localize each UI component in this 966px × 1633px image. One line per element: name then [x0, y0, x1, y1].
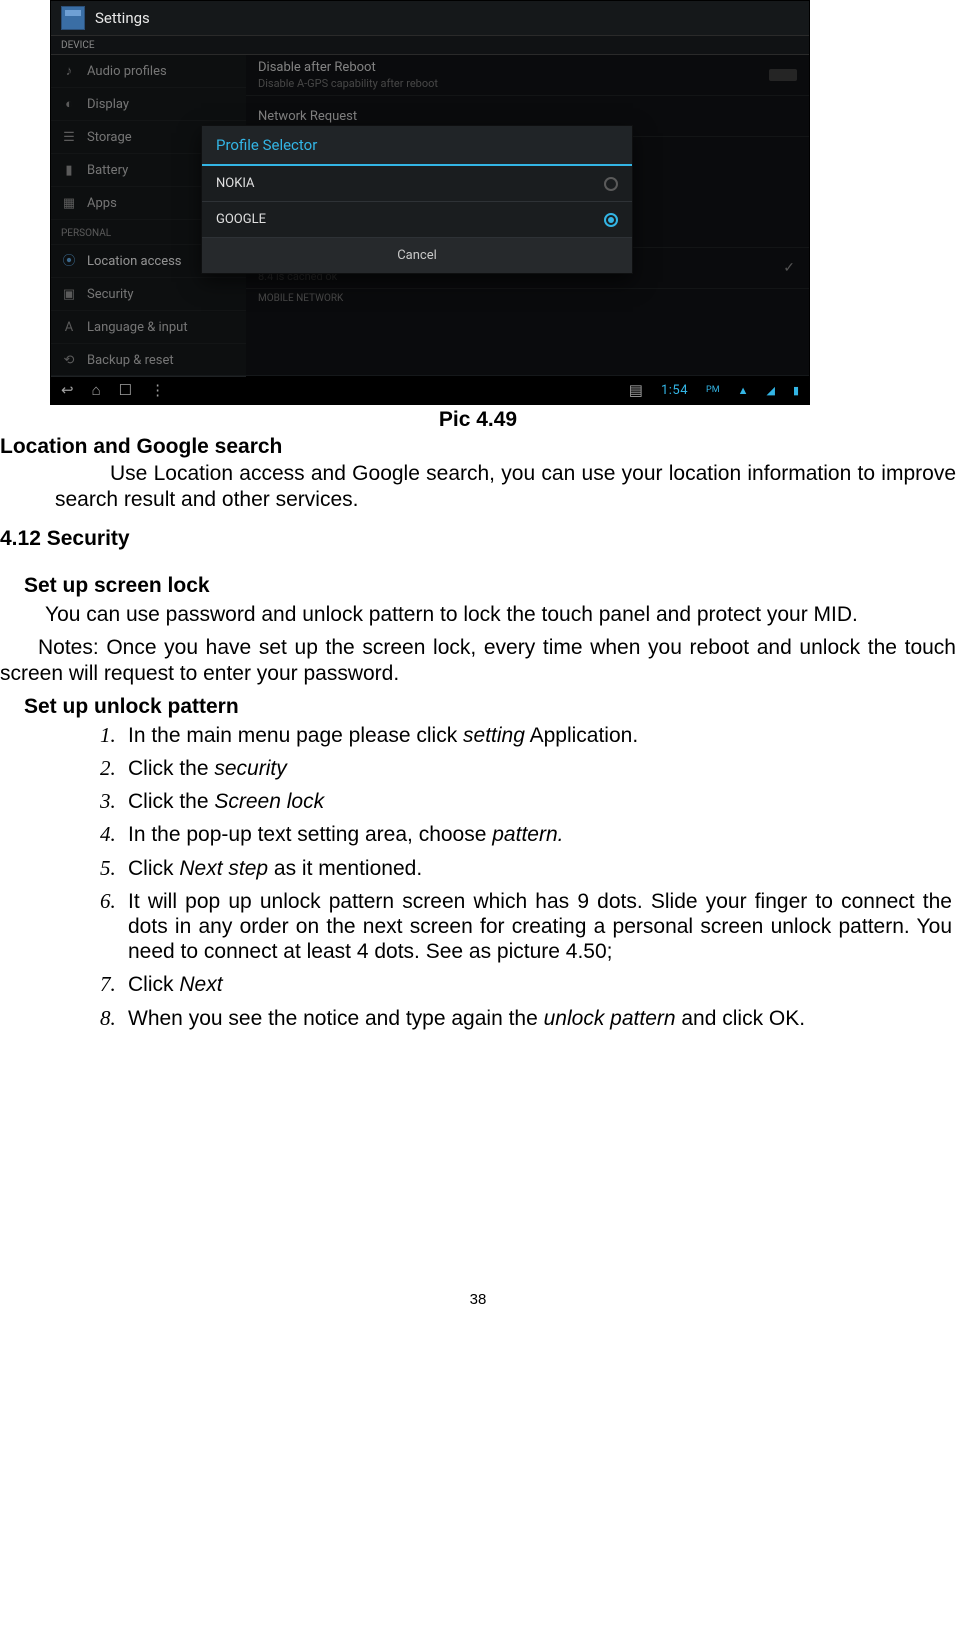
list-number: 3. — [100, 789, 116, 814]
list-number: 7. — [100, 972, 116, 997]
embedded-screenshot: Settings DEVICE ♪ Audio profiles ◐ Displ… — [50, 0, 810, 405]
list-number: 1. — [100, 723, 116, 748]
radio-off-icon — [604, 177, 618, 191]
battery-status-icon: ▮ — [793, 385, 799, 396]
list-item: 6. It will pop up unlock pattern screen … — [100, 889, 952, 965]
list-number: 4. — [100, 822, 116, 847]
home-icon[interactable]: ⌂ — [92, 383, 101, 398]
wifi-icon: ▲ — [738, 385, 749, 396]
heading-location-search: Location and Google search — [0, 434, 956, 459]
subheading-unlock-pattern: Set up unlock pattern — [24, 694, 956, 719]
page-number: 38 — [0, 1291, 956, 1309]
dialog-cancel-button[interactable]: Cancel — [202, 238, 632, 273]
list-item: 8. When you see the notice and type agai… — [100, 1006, 952, 1031]
paragraph: You can use password and unlock pattern … — [0, 602, 956, 627]
dialog-title: Profile Selector — [202, 126, 632, 166]
profile-selector-dialog: Profile Selector NOKIA GOOGLE Cancel — [201, 125, 633, 274]
section-device-label: DEVICE — [51, 35, 809, 55]
list-number: 5. — [100, 856, 116, 881]
list-item: 1. In the main menu page please click se… — [100, 723, 952, 748]
dialog-option-google[interactable]: GOOGLE — [202, 202, 632, 238]
dialog-option-nokia[interactable]: NOKIA — [202, 166, 632, 202]
document-body: Pic 4.49 Location and Google search Use … — [0, 407, 956, 1309]
option-label: GOOGLE — [216, 212, 266, 227]
paragraph-notes: Notes: Once you have set up the screen l… — [0, 635, 956, 685]
section-title-security: 4.12 Security — [0, 526, 956, 551]
body-area: ♪ Audio profiles ◐ Display ☰ Storage ▮ B… — [51, 55, 809, 375]
list-item: 7. Click Next — [100, 972, 952, 997]
back-icon[interactable]: ↩ — [61, 383, 74, 398]
clock-pm: PM — [706, 386, 720, 395]
menu-icon[interactable]: ⋮ — [150, 383, 165, 398]
subheading-screen-lock: Set up screen lock — [24, 573, 956, 598]
option-label: NOKIA — [216, 176, 255, 191]
list-item: 2. Click the security — [100, 756, 952, 781]
titlebar: Settings — [51, 1, 809, 35]
nav-left: ↩ ⌂ ☐ ⋮ — [61, 383, 165, 398]
app-title: Settings — [95, 9, 150, 27]
numbered-list: 1. In the main menu page please click se… — [0, 723, 956, 1031]
settings-app-icon — [61, 6, 85, 30]
recent-icon[interactable]: ☐ — [119, 383, 132, 398]
list-item: 3. Click the Screen lock — [100, 789, 952, 814]
list-number: 8. — [100, 1006, 116, 1031]
radio-on-icon — [604, 213, 618, 227]
list-number: 2. — [100, 756, 116, 781]
list-number: 6. — [100, 889, 116, 914]
sd-icon: ▤ — [629, 383, 643, 398]
list-item: 4. In the pop-up text setting area, choo… — [100, 822, 952, 847]
system-navbar: ↩ ⌂ ☐ ⋮ ▤ 1:54 PM ▲ ◢ ▮ — [51, 375, 809, 404]
list-item: 5. Click Next step as it mentioned. — [100, 856, 952, 881]
clock-time: 1:54 — [661, 384, 688, 397]
signal-icon: ◢ — [766, 385, 774, 396]
figure-caption: Pic 4.49 — [0, 407, 956, 432]
paragraph: Use Location access and Google search, y… — [0, 461, 956, 511]
nav-right: ▤ 1:54 PM ▲ ◢ ▮ — [629, 383, 799, 398]
